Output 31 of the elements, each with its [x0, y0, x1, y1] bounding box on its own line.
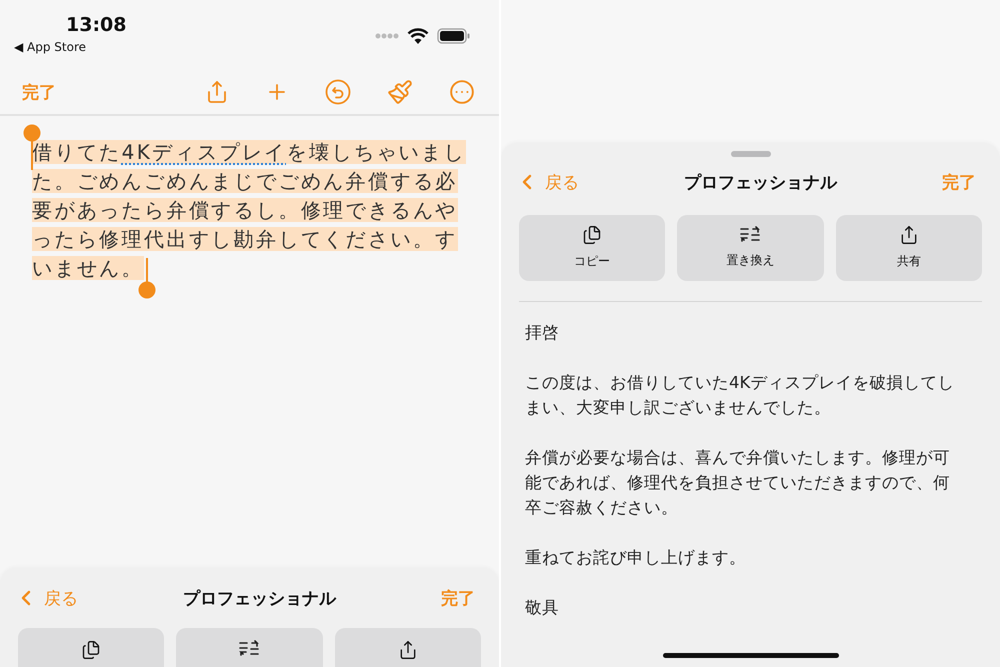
- action-button[interactable]: 共有: [836, 215, 982, 281]
- paintbrush-icon: [387, 79, 413, 105]
- more-icon: [449, 79, 475, 105]
- copy-icon: [582, 225, 602, 245]
- selection-handle[interactable]: [138, 258, 156, 300]
- share-icon: [398, 640, 418, 660]
- rewritten-paragraph: 重ねてお詫び申し上げます。: [525, 547, 747, 569]
- battery-icon: [437, 28, 471, 44]
- rewritten-paragraph: 拝啓: [525, 322, 560, 344]
- sheet-title: プロフェッショナル: [684, 172, 837, 194]
- signal-icon: [375, 33, 399, 39]
- undo-icon: [325, 79, 351, 105]
- status-time: 13:08: [66, 14, 126, 36]
- rewritten-paragraph: 敬具: [525, 597, 560, 619]
- rewritten-paragraph: この度は、お借りしていた4Kディスプレイを破損してしまい、大変申し訳ございませんでした。: [525, 372, 956, 419]
- replace-icon: [739, 226, 762, 244]
- share-icon: [205, 80, 229, 104]
- replace-icon: [238, 640, 260, 658]
- toolbar-button[interactable]: [387, 79, 413, 105]
- share-icon: [898, 225, 919, 245]
- toolbar-button[interactable]: [449, 79, 475, 105]
- wifi-icon: [407, 28, 429, 44]
- sheet-title: プロフェッショナル: [183, 588, 336, 610]
- toolbar-button[interactable]: [325, 79, 351, 105]
- action-button[interactable]: コピー: [519, 215, 666, 281]
- sheet-grabber[interactable]: [730, 151, 770, 157]
- action-button[interactable]: 置き換え: [677, 215, 824, 281]
- copy-icon: [81, 640, 102, 660]
- rewritten-paragraph: 弁償が必要な場合は、喜んで弁償いたします。修理が可能であれば、修理代を負担させていただきますので、何卒ご容赦ください。: [525, 447, 951, 519]
- toolbar-button[interactable]: [205, 80, 229, 104]
- back-to-app-link[interactable]: ◀ App Store: [14, 40, 86, 54]
